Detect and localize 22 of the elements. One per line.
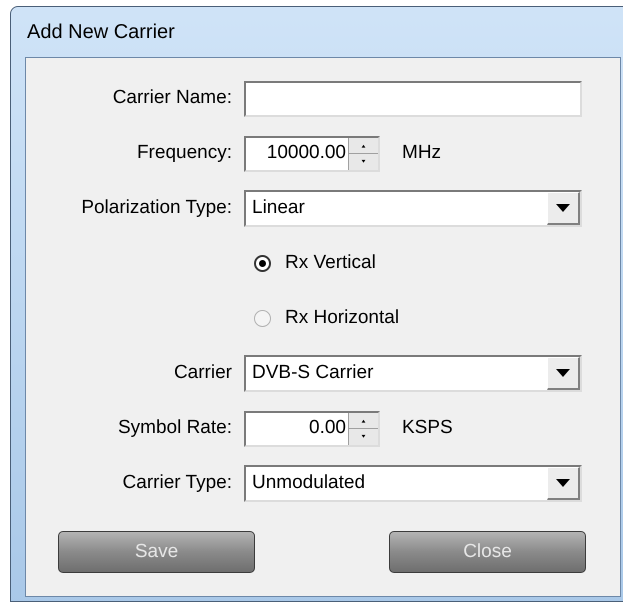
- dropdown[interactable]: Linear: [244, 190, 582, 227]
- dropdown[interactable]: Unmodulated: [244, 465, 582, 502]
- dropdown[interactable]: DVB-S Carrier: [244, 355, 582, 392]
- text-field[interactable]: [244, 80, 582, 116]
- spin-field[interactable]: 10000.00: [244, 136, 380, 172]
- field-label: Carrier Type:: [122, 471, 232, 496]
- field-label: Polarization Type:: [81, 196, 232, 220]
- field-label: Carrier: [174, 361, 232, 386]
- field-label: Symbol Rate:: [118, 416, 232, 440]
- spin-buttons-icon[interactable]: [348, 412, 378, 444]
- caret-down-icon: [556, 204, 570, 212]
- caret-down-icon: [556, 369, 570, 377]
- unit-label: MHz: [402, 141, 442, 166]
- spin-field[interactable]: 0.00: [244, 410, 380, 446]
- window-title: Add New Carrier: [27, 20, 175, 45]
- spin-buttons-icon[interactable]: [348, 138, 378, 170]
- radio-option[interactable]: Rx Horizontal: [254, 304, 400, 333]
- field-label: Carrier Name:: [112, 86, 232, 110]
- caret-down-icon: [556, 479, 570, 487]
- field-label: Frequency:: [136, 141, 232, 166]
- unit-label: KSPS: [402, 416, 453, 440]
- radio-option[interactable]: Rx Vertical: [254, 249, 376, 278]
